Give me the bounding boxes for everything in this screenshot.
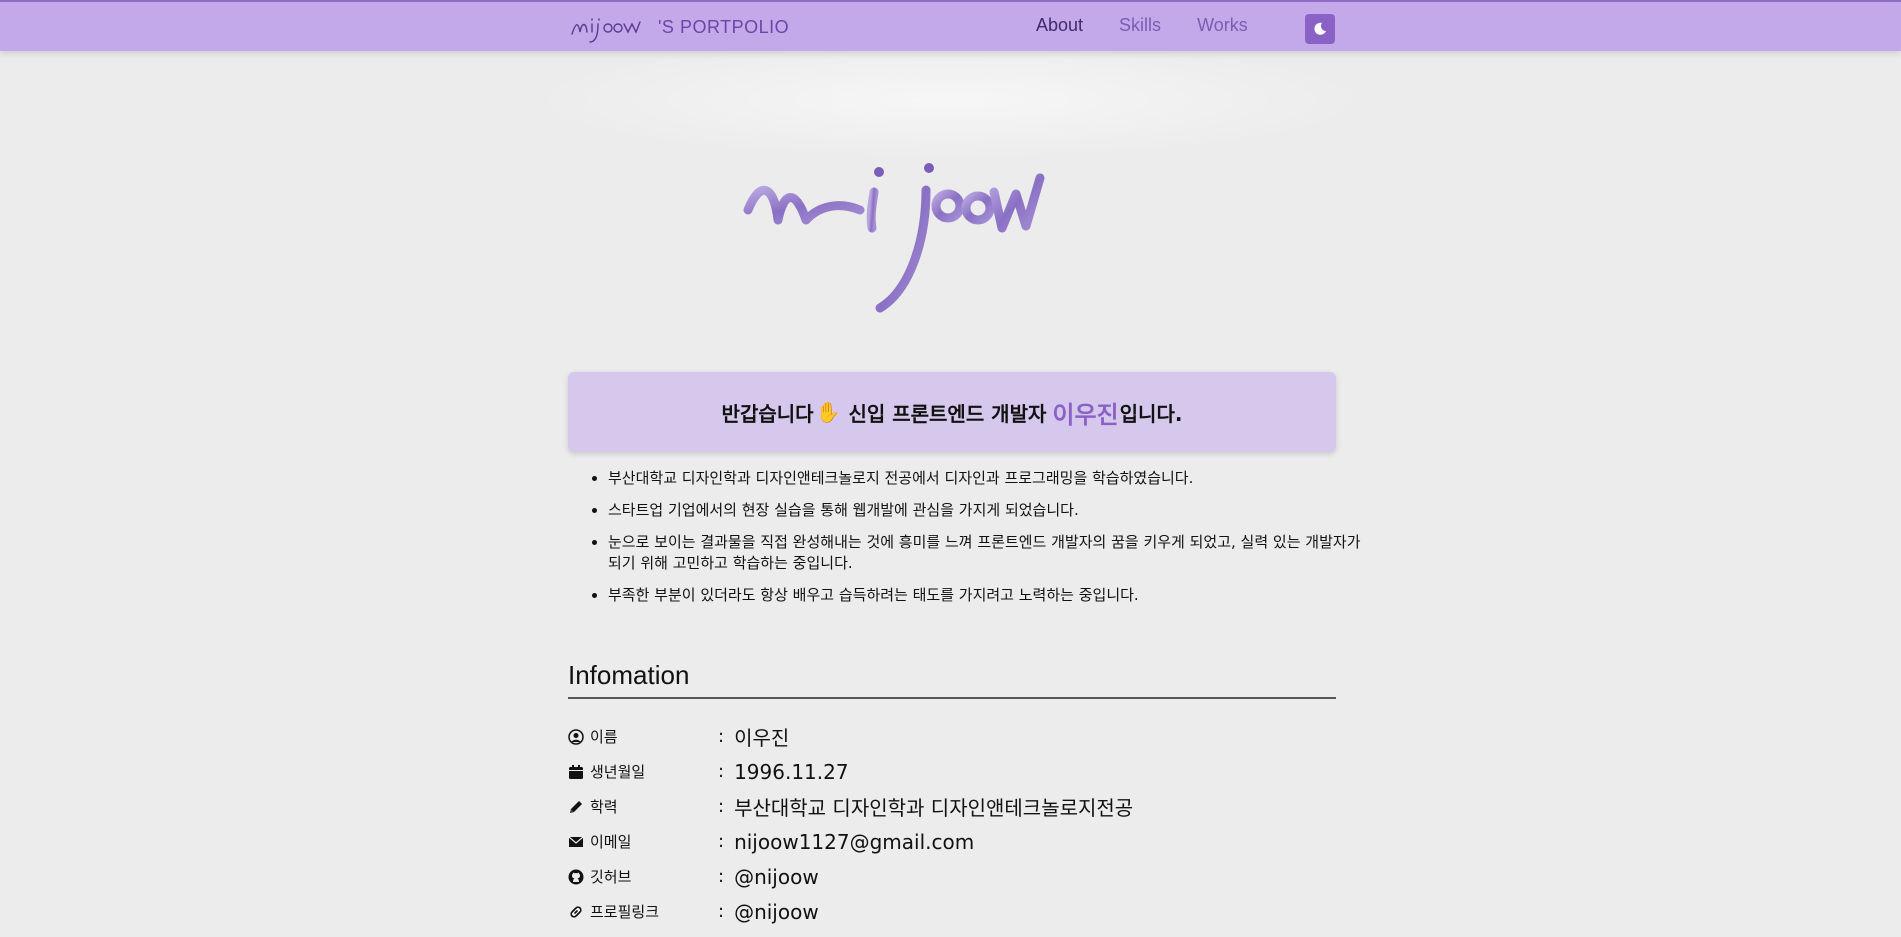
info-row-email: 이메일 : nijoow1127@gmail.com <box>568 824 1336 859</box>
info-label-cell: 이름 <box>568 726 718 747</box>
info-label-cell: 학력 <box>568 796 718 817</box>
nijoow-ribbon-logo-icon <box>743 163 1045 313</box>
github-icon <box>568 869 584 884</box>
intro-item: 스타트업 기업에서의 현장 실습을 통해 웹개발에 관심을 가지게 되었습니다. <box>608 500 1368 521</box>
info-label-cell: 이메일 <box>568 831 718 852</box>
info-section-title: Infomation <box>568 660 690 690</box>
top-navbar: 'S PORTPOLIO About Skills Works <box>0 0 1901 51</box>
info-row-github: 깃허브 : @nijoow <box>568 859 1336 894</box>
nav-skills[interactable]: Skills <box>1119 15 1161 36</box>
nav-about[interactable]: About <box>1036 15 1083 36</box>
info-value[interactable]: @nijoow <box>734 865 819 889</box>
info-colon: : <box>718 831 725 852</box>
user-circle-icon <box>568 728 584 745</box>
info-colon: : <box>718 726 725 747</box>
info-label: 생년월일 <box>590 763 646 781</box>
info-label: 이름 <box>590 728 618 746</box>
greeting-banner: 반갑습니다 ✋ 신입 프론트엔드 개발자 이우진 입니다. <box>568 372 1336 452</box>
intro-item: 부족한 부분이 있더라도 항상 배우고 습득하려는 태도를 가지려고 노력하는 … <box>608 585 1368 606</box>
info-value[interactable]: nijoow1127@gmail.com <box>734 830 974 854</box>
info-value: 1996.11.27 <box>734 759 849 784</box>
intro-item: 눈으로 보이는 결과물을 직접 완성해내는 것에 흥미를 느껴 프론트엔드 개발… <box>608 532 1368 574</box>
moon-icon <box>1314 22 1326 35</box>
dark-mode-toggle-button[interactable] <box>1305 14 1335 44</box>
info-list: 이름 : 이우진 생년월일 : 1996.11.27 학력 : 부산대학교 디자… <box>568 719 1336 929</box>
info-value[interactable]: @nijoow <box>734 900 819 924</box>
intro-item: 부산대학교 디자인학과 디자인앤테크놀로지 전공에서 디자인과 프로그래밍을 학… <box>608 468 1368 489</box>
info-row-profile-link: 프로필링크 : @nijoow <box>568 894 1336 929</box>
info-label: 깃허브 <box>590 868 632 886</box>
greeting-prefix: 반갑습니다 <box>721 401 814 426</box>
hero-background-glow <box>520 40 1380 160</box>
info-row-name: 이름 : 이우진 <box>568 719 1336 754</box>
waving-hand-icon: ✋ <box>815 400 841 424</box>
info-value: 부산대학교 디자인학과 디자인앤테크놀로지전공 <box>734 796 1134 820</box>
greeting-name: 이우진 <box>1052 400 1119 429</box>
brand-home-link[interactable]: 'S PORTPOLIO <box>568 10 789 44</box>
info-label: 프로필링크 <box>590 903 660 921</box>
info-colon: : <box>718 901 725 922</box>
info-label-cell: 깃허브 <box>568 866 718 887</box>
info-colon: : <box>718 796 725 817</box>
info-colon: : <box>718 866 725 887</box>
info-label-cell: 프로필링크 <box>568 901 718 922</box>
nav-works[interactable]: Works <box>1197 15 1248 36</box>
info-label: 이메일 <box>590 833 632 851</box>
info-value: 이우진 <box>734 726 790 750</box>
calendar-icon <box>569 764 583 779</box>
info-divider <box>568 697 1336 699</box>
info-colon: : <box>718 761 725 782</box>
greeting-middle: 신입 프론트엔드 개발자 <box>848 401 1047 426</box>
info-label-cell: 생년월일 <box>568 761 718 782</box>
nijoow-script-logo-icon <box>571 18 641 43</box>
main-nav: About Skills Works <box>1036 15 1284 36</box>
pencil-icon <box>570 800 582 813</box>
brand-text: 'S PORTPOLIO <box>658 16 790 37</box>
intro-list: 부산대학교 디자인학과 디자인앤테크놀로지 전공에서 디자인과 프로그래밍을 학… <box>568 468 1368 617</box>
link-icon <box>570 905 582 918</box>
info-row-education: 학력 : 부산대학교 디자인학과 디자인앤테크놀로지전공 <box>568 789 1336 824</box>
greeting-suffix: 입니다. <box>1119 401 1183 426</box>
info-row-birthdate: 생년월일 : 1996.11.27 <box>568 754 1336 789</box>
envelope-icon <box>568 836 584 847</box>
info-label: 학력 <box>590 798 618 816</box>
